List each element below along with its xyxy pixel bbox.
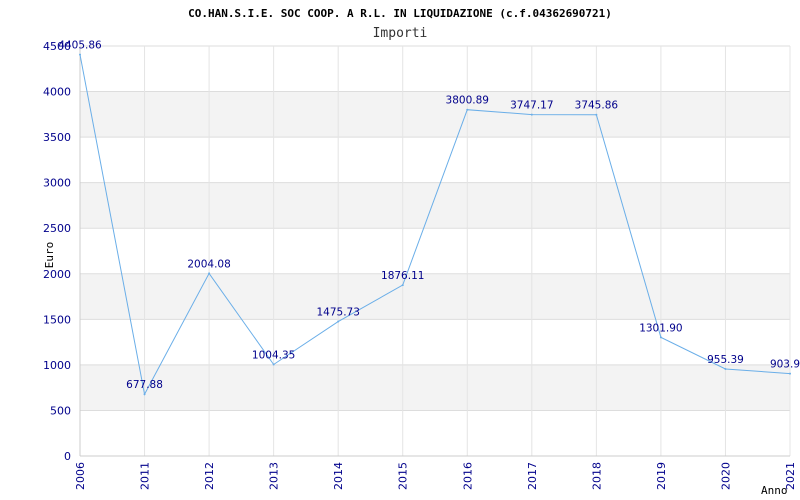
data-label: 1475.73 [316,307,359,319]
data-label: 3745.86 [575,100,619,112]
x-tick-label: 2006 [74,462,87,490]
data-point [272,363,275,366]
y-tick-label: 1500 [43,313,71,326]
x-tick-label: 2014 [332,462,345,490]
data-label: 903.9 [770,359,800,371]
grid-band [80,364,790,411]
y-tick-label: 1000 [43,359,71,372]
x-tick-label: 2020 [719,462,732,490]
data-label: 3800.89 [446,95,489,107]
data-point [466,108,469,111]
data-point [337,320,340,323]
y-tick-label: 2500 [43,222,71,235]
x-tick-label: 2016 [461,462,474,490]
y-tick-label: 500 [50,404,71,417]
data-label: 1876.11 [381,270,424,282]
data-label: 3747.17 [510,100,553,112]
chart-title: CO.HAN.S.I.E. SOC COOP. A R.L. IN LIQUID… [188,7,612,20]
data-label: 1004.35 [252,349,295,361]
y-tick-label: 3500 [43,131,71,144]
data-point [208,272,211,275]
data-point [401,284,404,287]
data-point [530,113,533,116]
y-tick-label: 4000 [43,86,71,99]
x-tick-label: 2012 [203,462,216,490]
x-tick-label: 2015 [397,462,410,490]
grid-band [80,182,790,229]
x-tick-label: 2017 [526,462,539,490]
chart-container: 4405.86 677.88 2004.08 1004.35 1475.73 1876.1… [0,0,800,500]
grid-band [80,91,790,138]
data-point [724,367,727,370]
x-tick-label: 2019 [655,462,668,490]
y-tick-label: 4500 [43,40,71,53]
y-axis-label: Euro [43,242,56,269]
x-tick-label: 2013 [268,462,281,490]
line-chart: 4405.86677.882004.081004.351475.731876.1… [43,7,800,497]
grid-band [80,46,790,92]
chart-subtitle: Importi [373,26,428,41]
y-tick-label: 2000 [43,268,71,281]
data-point [143,393,146,396]
y-tick-label: 3000 [43,177,71,190]
data-label: 677.88 [126,379,163,391]
y-tick-label: 0 [64,450,71,463]
data-point [79,53,81,56]
x-tick-label: 2018 [590,462,603,490]
grid-band [80,410,790,456]
data-label: 2004.08 [187,258,230,270]
x-axis-label: Anno [761,484,788,497]
grid-band [80,273,790,320]
data-label: 1301.90 [639,322,682,334]
data-point [595,113,598,116]
grid-band [80,137,790,183]
data-point [659,336,662,339]
grid-band [80,319,790,365]
grid-bands [80,46,790,456]
x-tick-label: 2011 [139,462,152,490]
data-point [789,372,791,375]
data-label: 955.39 [707,354,744,366]
